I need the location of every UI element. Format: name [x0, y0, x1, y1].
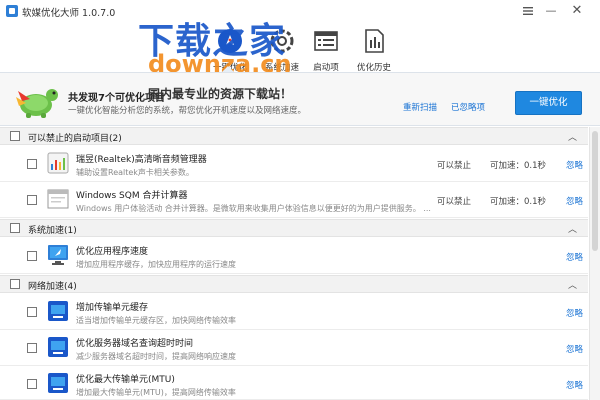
- item-description: Windows 用户体验活动 合并计算器。是微软用来收集用户体验信息以便更好的为…: [76, 204, 431, 213]
- title-bar: 软媒优化大师 1.0.7.0 — ✕: [0, 0, 600, 22]
- close-button[interactable]: ✕: [566, 0, 588, 22]
- item-title: 优化服务器域名查询超时时间: [76, 339, 194, 349]
- collapse-icon[interactable]: ︿: [568, 278, 577, 291]
- list-item[interactable]: 优化应用程序速度 增加应用程序缓存，加快应用程序的运行速度 忽略: [0, 238, 588, 274]
- section-checkbox[interactable]: [10, 223, 20, 233]
- section-startup-items[interactable]: 可以禁止的启动项目(2) ︿: [0, 127, 588, 145]
- item-checkbox[interactable]: [27, 159, 37, 169]
- item-speedup: 可加速：0.1秒: [490, 197, 547, 207]
- item-description: 辅助设置Realtek声卡相关参数。: [76, 168, 194, 177]
- network-icon: [48, 337, 68, 357]
- main-toolbar: 一键优化 系统加速 启动项 优化历史: [0, 22, 600, 74]
- item-title: 瑞昱(Realtek)高清晰音频管理器: [76, 155, 207, 165]
- item-checkbox[interactable]: [27, 343, 37, 353]
- item-checkbox[interactable]: [27, 379, 37, 389]
- section-network-speedup[interactable]: 网络加速(4) ︿: [0, 275, 588, 293]
- startup-list-icon: [314, 31, 338, 51]
- collapse-icon[interactable]: ︿: [568, 222, 577, 235]
- section-system-speedup[interactable]: 系统加速(1) ︿: [0, 219, 588, 237]
- menu-icon: [523, 7, 533, 15]
- scan-summary-panel: 共发现7个可优化项目 国内最专业的资源下载站！ 一键优化智能分析您的系统，帮您优…: [0, 72, 600, 126]
- item-title: 优化应用程序速度: [76, 247, 149, 257]
- section-title: 网络加速(4): [28, 282, 77, 292]
- ignore-link[interactable]: 忽略: [566, 251, 583, 263]
- tab-optimize-history[interactable]: 优化历史: [344, 28, 404, 74]
- list-scrollbar[interactable]: [589, 127, 600, 400]
- ignored-items-link[interactable]: 已忽略项: [451, 101, 485, 113]
- watermark-banner: 国内最专业的资源下载站！: [148, 87, 293, 101]
- mascot-turtle-icon: [16, 89, 58, 118]
- item-title: 增加传输单元缓存: [76, 303, 149, 313]
- menu-button[interactable]: [517, 0, 539, 22]
- item-description: 增加最大传输单元(MTU)，提高网络传输效率: [76, 388, 236, 397]
- window-app-icon: [47, 189, 69, 209]
- list-item[interactable]: 优化最大传输单元(MTU) 增加最大传输单元(MTU)，提高网络传输效率 忽略: [0, 366, 588, 400]
- app-logo-icon: [6, 5, 18, 17]
- ignore-link[interactable]: 忽略: [566, 343, 583, 355]
- ignore-link[interactable]: 忽略: [566, 195, 583, 207]
- item-title: Windows SQM 合并计算器: [76, 191, 188, 201]
- minimize-button[interactable]: —: [540, 0, 562, 22]
- collapse-icon[interactable]: ︿: [568, 130, 577, 143]
- list-item[interactable]: Windows SQM 合并计算器 Windows 用户体验活动 合并计算器。是…: [0, 182, 588, 218]
- item-status: 可以禁止: [437, 161, 472, 171]
- rescan-link[interactable]: 重新扫描: [403, 101, 437, 113]
- network-icon: [48, 373, 68, 393]
- section-title: 可以禁止的启动项目(2): [28, 134, 122, 144]
- item-description: 适当增加传输单元缓存区，加快网络传输效率: [76, 316, 236, 325]
- item-description: 减少服务器域名超时时间，提高网络响应速度: [76, 352, 236, 361]
- item-title: 优化最大传输单元(MTU): [76, 375, 175, 385]
- section-checkbox[interactable]: [10, 279, 20, 289]
- list-item[interactable]: 瑞昱(Realtek)高清晰音频管理器 辅助设置Realtek声卡相关参数。 可…: [0, 146, 588, 182]
- scrollbar-thumb[interactable]: [592, 131, 598, 251]
- summary-description: 一键优化智能分析您的系统，帮您优化开机速度以及网络速度。: [68, 106, 307, 116]
- section-checkbox[interactable]: [10, 131, 20, 141]
- section-title: 系统加速(1): [28, 226, 77, 236]
- item-speedup: 可加速：0.1秒: [490, 161, 547, 171]
- item-checkbox[interactable]: [27, 251, 37, 261]
- item-description: 增加应用程序缓存，加快应用程序的运行速度: [76, 260, 236, 269]
- audio-manager-icon: [47, 152, 69, 174]
- one-click-optimize-button[interactable]: 一键优化: [515, 91, 582, 115]
- ignore-link[interactable]: 忽略: [566, 159, 583, 171]
- monitor-rocket-icon: [48, 245, 68, 265]
- window-title: 软媒优化大师 1.0.7.0: [22, 8, 116, 19]
- ignore-link[interactable]: 忽略: [566, 307, 583, 319]
- item-checkbox[interactable]: [27, 307, 37, 317]
- item-status: 可以禁止: [437, 197, 472, 207]
- item-checkbox[interactable]: [27, 195, 37, 205]
- network-icon: [48, 301, 68, 321]
- list-item[interactable]: 优化服务器域名查询超时时间 减少服务器域名超时时间，提高网络响应速度 忽略: [0, 330, 588, 366]
- list-item[interactable]: 增加传输单元缓存 适当增加传输单元缓存区，加快网络传输效率 忽略: [0, 294, 588, 330]
- ignore-link[interactable]: 忽略: [566, 379, 583, 391]
- history-doc-icon: [365, 29, 384, 53]
